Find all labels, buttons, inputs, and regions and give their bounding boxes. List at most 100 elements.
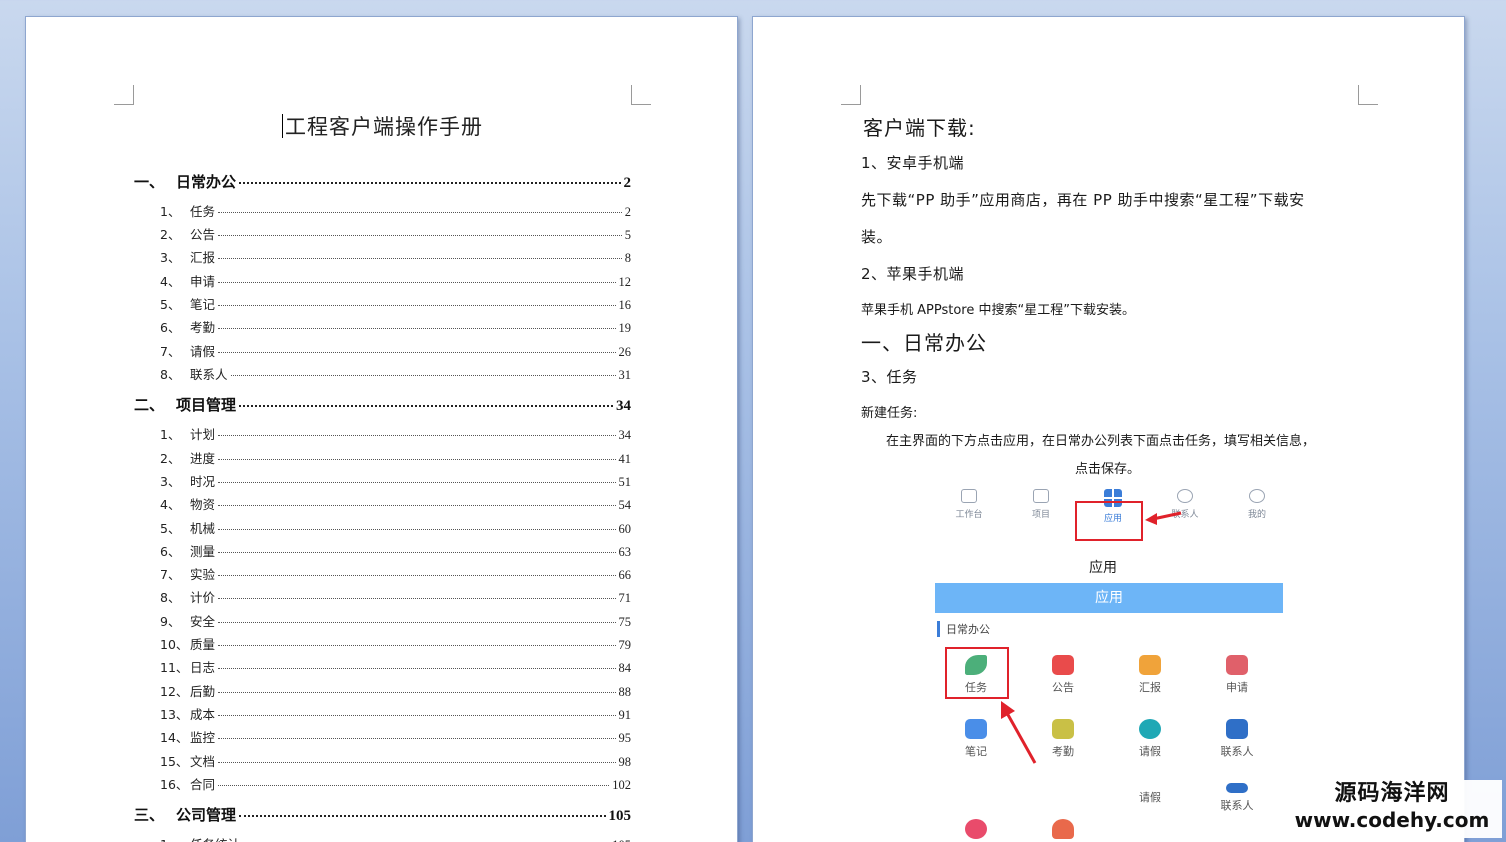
- toc-entry-number: 9、: [160, 614, 181, 629]
- tab-workbench[interactable]: 工作台: [933, 483, 1005, 531]
- toc-entry[interactable]: 7、 实验 66: [134, 564, 631, 583]
- toc-entry-label: 机械: [190, 521, 216, 536]
- app-apply[interactable]: 申请: [1202, 655, 1272, 695]
- toc-leader-dots: [218, 668, 616, 669]
- app-leave-2[interactable]: 请假: [1115, 789, 1185, 805]
- new-task-label: 新建任务:: [861, 406, 918, 421]
- toc-entry[interactable]: 15、 文档 98: [134, 751, 631, 770]
- android-text: 先下载“PP 助手”应用商店，再在 PP 助手中搜索“星工程”下载安: [861, 191, 1305, 209]
- toc-page-number: 12: [618, 275, 632, 289]
- red-arrow-icon: [1145, 511, 1182, 525]
- toc-page-number: 2: [624, 205, 631, 219]
- toc-entry[interactable]: 2、 进度 41: [134, 448, 631, 467]
- app-contacts[interactable]: 联系人: [1202, 719, 1272, 759]
- toc-entry[interactable]: 14、 监控 95: [134, 727, 631, 746]
- toc-entry-number: 6、: [160, 544, 181, 559]
- toc-entry[interactable]: 12、 后勤 88: [134, 681, 631, 700]
- toc-entry-number: 3、: [160, 474, 181, 489]
- contact-card-icon: [1226, 719, 1248, 739]
- toc-page-number: 19: [618, 321, 632, 335]
- tab-project[interactable]: 项目: [1005, 483, 1077, 531]
- toc-entry[interactable]: 6、 测量 63: [134, 541, 631, 560]
- toc-entry[interactable]: 7、 请假 26: [134, 341, 631, 360]
- toc-entry[interactable]: 3、 汇报 8: [134, 247, 631, 266]
- toc-entry[interactable]: 13、 成本 91: [134, 704, 631, 723]
- toc-page-number: 91: [618, 708, 632, 722]
- toc-entry-label: 考勤: [190, 320, 216, 335]
- toc-leader-dots: [218, 235, 622, 236]
- toc-entry-number: 12、: [160, 684, 189, 699]
- app-row3-icon: [1028, 819, 1098, 842]
- toc-chapter-entry[interactable]: 一、 日常办公 2: [134, 171, 631, 192]
- toc-page-number: 79: [618, 638, 632, 652]
- toc-entry-label: 日志: [190, 660, 216, 675]
- toc-entry[interactable]: 10、 质量 79: [134, 634, 631, 653]
- toc-entry-label: 计划: [190, 427, 216, 442]
- toc-page-number: 105: [612, 838, 631, 842]
- app-header-bar: 应用: [935, 583, 1283, 613]
- toc-page-number: 54: [618, 498, 632, 512]
- toc-chapter-entry[interactable]: 二、 项目管理 34: [134, 394, 631, 415]
- toc-leader-dots: [218, 738, 616, 739]
- left-document-page: 工程客户端操作手册 一、 日常办公 2 1、 任务 2 2、 公告 5 3、 汇报 8 4、 申请 12 5、…: [25, 16, 738, 842]
- ios-text: 苹果手机 APPstore 中搜索“星工程”下载安装。: [861, 303, 1135, 318]
- toc-leader-dots: [218, 352, 616, 353]
- toc-entry[interactable]: 6、 考勤 19: [134, 317, 631, 336]
- toc-entry-label: 联系人: [190, 367, 228, 382]
- app-row3-icon: [941, 819, 1011, 842]
- daily-office-section-label: 日常办公: [937, 621, 990, 637]
- toc-entry-label: 安全: [190, 614, 216, 629]
- toc-entry[interactable]: 8、 联系人 31: [134, 364, 631, 383]
- toc-entry[interactable]: 8、 计价 71: [134, 587, 631, 606]
- document-icon: [1226, 655, 1248, 675]
- toc-entry[interactable]: 5、 笔记 16: [134, 294, 631, 313]
- embedded-app-screenshot: 工作台 项目 应用 联系人 我的 应用 应用 日常办公 任务 公告 汇报 申请 …: [933, 483, 1293, 842]
- toc-entry-label: 汇报: [190, 250, 216, 265]
- toc-leader-dots: [230, 375, 616, 376]
- toc-entry-label: 质量: [190, 637, 216, 652]
- tab-mine[interactable]: 我的: [1221, 483, 1293, 531]
- toc-entry[interactable]: 1、 计划 34: [134, 424, 631, 443]
- toc-page-number: 34: [616, 398, 631, 414]
- toc-leader-dots: [218, 785, 610, 786]
- toc-entry-number: 7、: [160, 567, 181, 582]
- toc-entry[interactable]: 11、 日志 84: [134, 657, 631, 676]
- toc-page-number: 105: [608, 808, 632, 824]
- document-title[interactable]: 工程客户端操作手册: [26, 111, 739, 141]
- toc-entry-number: 一、: [134, 173, 165, 191]
- toc-page-number: 84: [618, 661, 632, 675]
- toc-entry[interactable]: 3、 时况 51: [134, 471, 631, 490]
- toc-entry-number: 5、: [160, 521, 181, 536]
- toc-entry-label: 计价: [190, 590, 216, 605]
- section-heading: 一、日常办公: [861, 331, 987, 355]
- app-contacts-2[interactable]: 联系人: [1202, 783, 1272, 813]
- toc-entry[interactable]: 16、 合同 102: [134, 774, 631, 793]
- toc-entry[interactable]: 1、 任务 2: [134, 201, 631, 220]
- toc-entry-number: 8、: [160, 367, 181, 382]
- toc-chapter-entry[interactable]: 三、 公司管理 105: [134, 804, 631, 825]
- toc-entry[interactable]: 1、任务统计 105: [134, 834, 631, 842]
- app-leave[interactable]: 请假: [1115, 719, 1185, 759]
- toc-entry-label: 公告: [190, 227, 216, 242]
- toc-entry[interactable]: 9、 安全 75: [134, 611, 631, 630]
- toc-entry[interactable]: 4、 申请 12: [134, 271, 631, 290]
- toc-page-number: 16: [618, 298, 632, 312]
- toc-entry-label: 测量: [190, 544, 216, 559]
- toc-page-number: 41: [618, 452, 632, 466]
- toc-entry-number: 11、: [160, 660, 189, 675]
- toc-entry-number: 4、: [160, 497, 181, 512]
- toc-leader-dots: [239, 405, 613, 407]
- toc-entry[interactable]: 2、 公告 5: [134, 224, 631, 243]
- contact-card-icon: [1226, 783, 1248, 793]
- app-report[interactable]: 汇报: [1115, 655, 1185, 695]
- toc-page-number: 88: [618, 685, 632, 699]
- app-notice[interactable]: 公告: [1028, 655, 1098, 695]
- app-page-title: 应用: [1089, 560, 1117, 576]
- toc-entry[interactable]: 5、 机械 60: [134, 518, 631, 537]
- toc-entry-number: 三、: [134, 806, 165, 824]
- monitor-icon: [961, 489, 977, 503]
- toc-entry[interactable]: 4、 物资 54: [134, 494, 631, 513]
- toc-leader-dots: [218, 598, 616, 599]
- margin-corner-mark: [114, 85, 134, 105]
- toc-entry-number: 3、: [160, 250, 181, 265]
